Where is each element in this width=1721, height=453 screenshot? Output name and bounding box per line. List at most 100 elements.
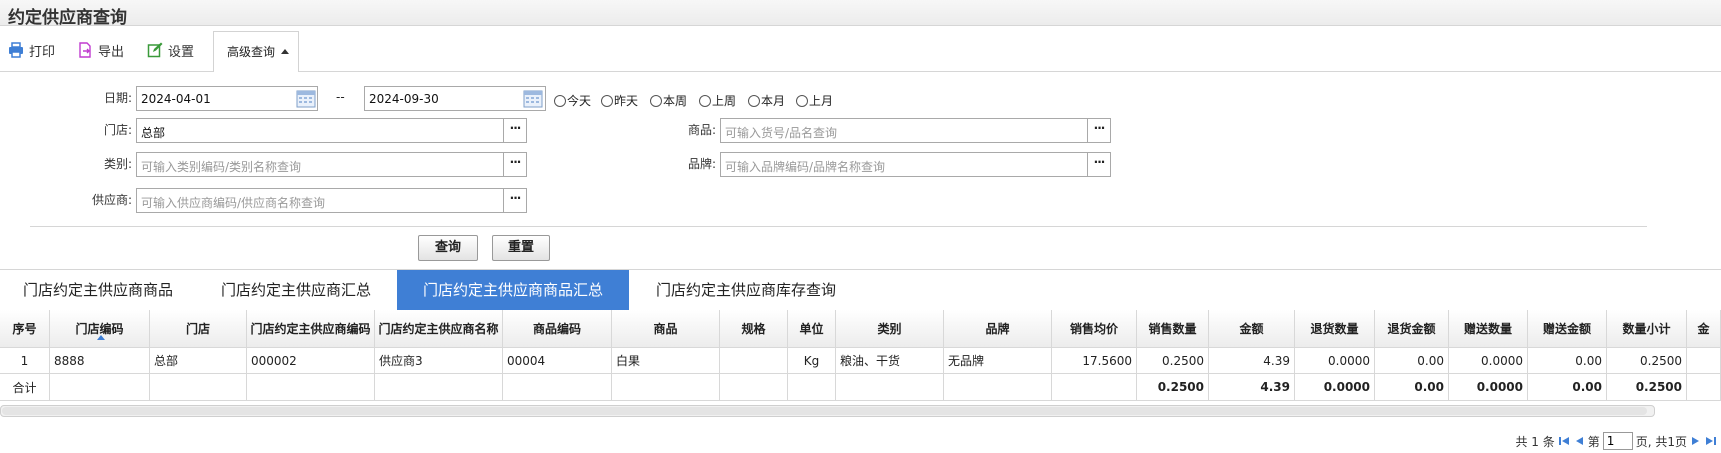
table-cell [612,374,720,401]
result-tabs: 门店约定主供应商商品 门店约定主供应商汇总 门店约定主供应商商品汇总 门店约定主… [0,269,1721,311]
quick-date-radio[interactable]: 上周 [699,92,736,109]
date-to-input[interactable]: 2024-09-30 [364,86,546,111]
table-cell: 粮油、干货 [836,348,944,374]
radio-circle-icon [699,94,711,107]
date-separator: -- [336,90,345,104]
column-header[interactable]: 类别 [836,310,944,348]
last-page-icon[interactable] [1705,435,1717,447]
column-header[interactable]: 门店 [150,310,247,348]
table-cell: 白果 [612,348,720,374]
tab-store-supplier-summary[interactable]: 门店约定主供应商汇总 [196,270,396,311]
table-cell: 0.2500 [1607,348,1687,374]
table-cell: 0.2500 [1137,374,1209,401]
table-cell [720,348,788,374]
quick-date-radio[interactable]: 上月 [796,92,833,109]
product-input[interactable]: 可输入货号/品名查询 [720,118,1088,143]
quick-date-label: 上月 [809,94,834,108]
brand-label: 品牌: [687,157,716,171]
quick-date-radio[interactable]: 今天 [554,92,591,109]
calendar-icon[interactable] [296,88,316,108]
advanced-query-toggle[interactable]: 高级查询 [213,31,299,72]
table-total-row[interactable]: 合计 0.2500 4.39 0.0000 0.00 0.0000 0.00 0.2500 [0,374,1721,401]
category-picker-button[interactable]: ··· [503,152,527,177]
printer-icon [9,42,23,58]
column-header[interactable]: 单位 [788,310,836,348]
title-bar: 约定供应商查询 [0,0,1721,28]
export-icon [79,42,91,58]
reset-button[interactable]: 重置 [492,235,550,261]
column-header[interactable]: 销售数量 [1137,310,1209,348]
radio-circle-icon [601,94,613,107]
query-button[interactable]: 查询 [418,235,478,261]
column-header[interactable]: 数量小计 [1607,310,1687,348]
table-cell: 17.5600 [1052,348,1137,374]
calendar-icon[interactable] [523,88,543,108]
tab-store-supplier-products[interactable]: 门店约定主供应商商品 [0,270,196,311]
brand-input[interactable]: 可输入品牌编码/品牌名称查询 [720,152,1088,177]
first-page-icon[interactable] [1558,435,1570,447]
page-number-input[interactable] [1602,432,1633,450]
quick-date-radio[interactable]: 本月 [748,92,785,109]
column-header[interactable]: 门店约定主供应商名称 [375,310,503,348]
product-picker-button[interactable]: ··· [1087,118,1111,143]
tab-store-supplier-product-summary[interactable]: 门店约定主供应商商品汇总 [397,270,629,311]
tab-store-supplier-stock-query[interactable]: 门店约定主供应商库存查询 [629,270,863,311]
prev-page-icon[interactable] [1573,435,1585,447]
table-cell [1687,348,1721,374]
horizontal-scrollbar[interactable] [0,405,1655,417]
column-header[interactable]: 销售均价 [1052,310,1137,348]
settings-button[interactable]: 设置 [147,39,194,61]
quick-date-label: 上周 [712,94,737,108]
table-cell: 4.39 [1209,348,1295,374]
table-cell: 4.39 [1209,374,1295,401]
column-header[interactable]: 退货数量 [1295,310,1375,348]
column-header[interactable]: 金 [1687,310,1721,348]
quick-date-radio[interactable]: 本周 [650,92,687,109]
table-cell [150,374,247,401]
product-label: 商品: [687,123,716,137]
column-header[interactable]: 门店编码 [50,310,150,348]
column-header[interactable]: 品牌 [944,310,1052,348]
quick-date-label: 本周 [663,94,688,108]
page-title: 约定供应商查询 [8,8,127,28]
column-header[interactable]: 金额 [1209,310,1295,348]
column-header[interactable]: 赠送数量 [1449,310,1528,348]
table-cell [247,374,375,401]
sort-ascending-icon[interactable] [97,335,105,340]
column-header[interactable]: 赠送金额 [1528,310,1607,348]
table-cell: 1 [0,348,50,374]
quick-date-label: 本月 [761,94,786,108]
store-input[interactable]: 总部 [136,118,504,143]
table-cell: 0.0000 [1449,348,1528,374]
supplier-input[interactable]: 可输入供应商编码/供应商名称查询 [136,188,504,213]
date-label: 日期: [103,91,132,105]
category-input[interactable]: 可输入类别编码/类别名称查询 [136,152,504,177]
table-header: 序号 门店编码 门店 门店约定主供应商编码 门店约定主供应商名称 商品编码 商品 规格 单位 类别… [0,310,1721,348]
export-button[interactable]: 导出 [77,39,124,61]
print-button[interactable]: 打印 [8,39,55,61]
column-header[interactable]: 序号 [0,310,50,348]
table-cell: 0.0000 [1295,348,1375,374]
table-row[interactable]: 1 8888 总部 000002 供应商3 00004 白果 Kg 粮油、干货 无品牌 17.560… [0,348,1721,374]
export-label: 导出 [98,44,125,60]
quick-date-radio[interactable]: 昨天 [601,92,638,109]
table-cell: 供应商3 [375,348,503,374]
table-cell: 0.00 [1375,348,1449,374]
column-header[interactable]: 门店约定主供应商编码 [247,310,375,348]
column-header[interactable]: 商品 [612,310,720,348]
column-header[interactable]: 退货金额 [1375,310,1449,348]
scrollbar-thumb[interactable] [2,407,1647,415]
table-cell: 000002 [247,348,375,374]
table-cell: 总部 [150,348,247,374]
radio-circle-icon [554,94,566,107]
next-page-icon[interactable] [1690,435,1702,447]
brand-picker-button[interactable]: ··· [1087,152,1111,177]
table-cell [836,374,944,401]
store-picker-button[interactable]: ··· [503,118,527,143]
column-header[interactable]: 商品编码 [503,310,612,348]
table-cell: 00004 [503,348,612,374]
date-from-input[interactable]: 2024-04-01 [136,86,318,111]
supplier-picker-button[interactable]: ··· [503,188,527,213]
edit-icon [147,42,163,58]
column-header[interactable]: 规格 [720,310,788,348]
